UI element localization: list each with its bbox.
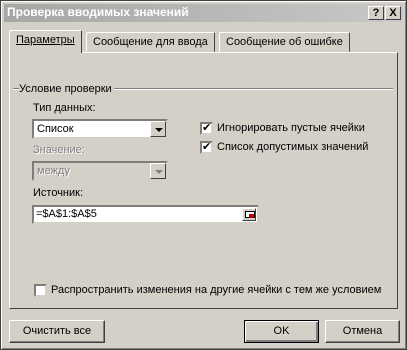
tab-label: Сообщение для ввода	[93, 36, 208, 48]
checkmark-icon: ✔	[202, 122, 212, 134]
tab-error-alert[interactable]: Сообщение об ошибке	[219, 32, 350, 52]
source-label: Источник:	[33, 187, 84, 199]
help-button[interactable]: ?	[368, 6, 384, 20]
condition-value: между	[37, 165, 70, 177]
tab-parameters[interactable]: Параметры	[9, 30, 82, 53]
tab-label: Параметры	[16, 34, 75, 46]
in-cell-dropdown-label[interactable]: Список допустимых значений	[217, 141, 368, 153]
tab-input-message[interactable]: Сообщение для ввода	[86, 32, 215, 52]
in-cell-dropdown-checkbox[interactable]: ✔	[200, 141, 213, 154]
group-label: Условие проверки	[19, 83, 114, 95]
source-input[interactable]: =$A$1:$A$5	[32, 205, 259, 224]
checkmark-icon: ✔	[202, 141, 212, 153]
close-button[interactable]: X	[385, 6, 401, 20]
source-value: =$A$1:$A$5	[36, 208, 97, 220]
chevron-down-icon	[150, 163, 166, 179]
range-select-icon[interactable]	[242, 208, 256, 221]
data-type-select[interactable]: Список	[32, 119, 168, 139]
ok-button[interactable]: OK	[244, 320, 319, 343]
data-type-value: Список	[37, 123, 74, 135]
dialog-title: Проверка вводимых значений	[7, 5, 189, 19]
ignore-blank-checkbox[interactable]: ✔	[200, 122, 213, 135]
data-validation-dialog: Проверка вводимых значений ? X Параметры…	[0, 0, 407, 350]
data-type-label: Тип данных:	[33, 102, 96, 114]
tab-label: Сообщение об ошибке	[226, 36, 343, 48]
cancel-button[interactable]: Отмена	[325, 320, 400, 343]
ignore-blank-label[interactable]: Игнорировать пустые ячейки	[217, 122, 365, 134]
title-bar: Проверка вводимых значений ? X	[4, 4, 403, 22]
chevron-down-icon[interactable]	[150, 121, 166, 137]
clear-all-button[interactable]: Очистить все	[9, 320, 105, 343]
condition-label: Значение:	[33, 144, 85, 156]
condition-select: между	[32, 161, 168, 181]
apply-all-label[interactable]: Распространить изменения на другие ячейк…	[51, 284, 381, 296]
apply-all-checkbox[interactable]	[34, 284, 47, 297]
